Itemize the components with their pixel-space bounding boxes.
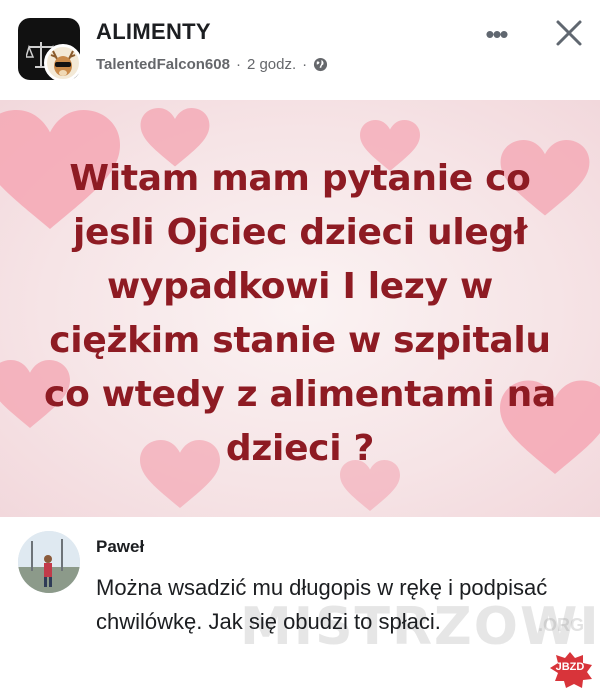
group-name[interactable]: ALIMENTY (96, 19, 211, 45)
post-time[interactable]: 2 godz. (247, 56, 296, 73)
more-options-button[interactable]: ••• (478, 19, 514, 49)
close-icon[interactable] (552, 16, 586, 50)
meta-separator: · (302, 56, 308, 73)
post-image[interactable]: Witam mam pytanie co jesli Ojciec dzieci… (0, 100, 600, 517)
post-meta: TalentedFalcon608 · 2 godz. · (96, 56, 328, 73)
commenter-avatar[interactable] (18, 531, 80, 593)
badge-label: JBZD (555, 661, 585, 673)
post-text: Witam mam pytanie co jesli Ojciec dzieci… (44, 158, 556, 469)
jbzd-badge: JBZD (546, 651, 594, 689)
post-header: ALIMENTY TalentedFalcon608 · 2 godz. · •… (0, 0, 600, 100)
deer-face-icon (50, 50, 76, 76)
comment-text: Można wsadzić mu długopis w rękę i podpi… (96, 575, 548, 634)
comment: Paweł MISTRZOWIE .ORG Można wsadzić mu d… (0, 517, 600, 694)
author-name[interactable]: TalentedFalcon608 (96, 56, 230, 73)
meta-separator: · (235, 56, 241, 73)
commenter-name[interactable]: Paweł (96, 537, 144, 557)
globe-icon (314, 57, 328, 72)
person-photo-icon (18, 531, 80, 593)
author-avatar[interactable] (44, 44, 82, 82)
